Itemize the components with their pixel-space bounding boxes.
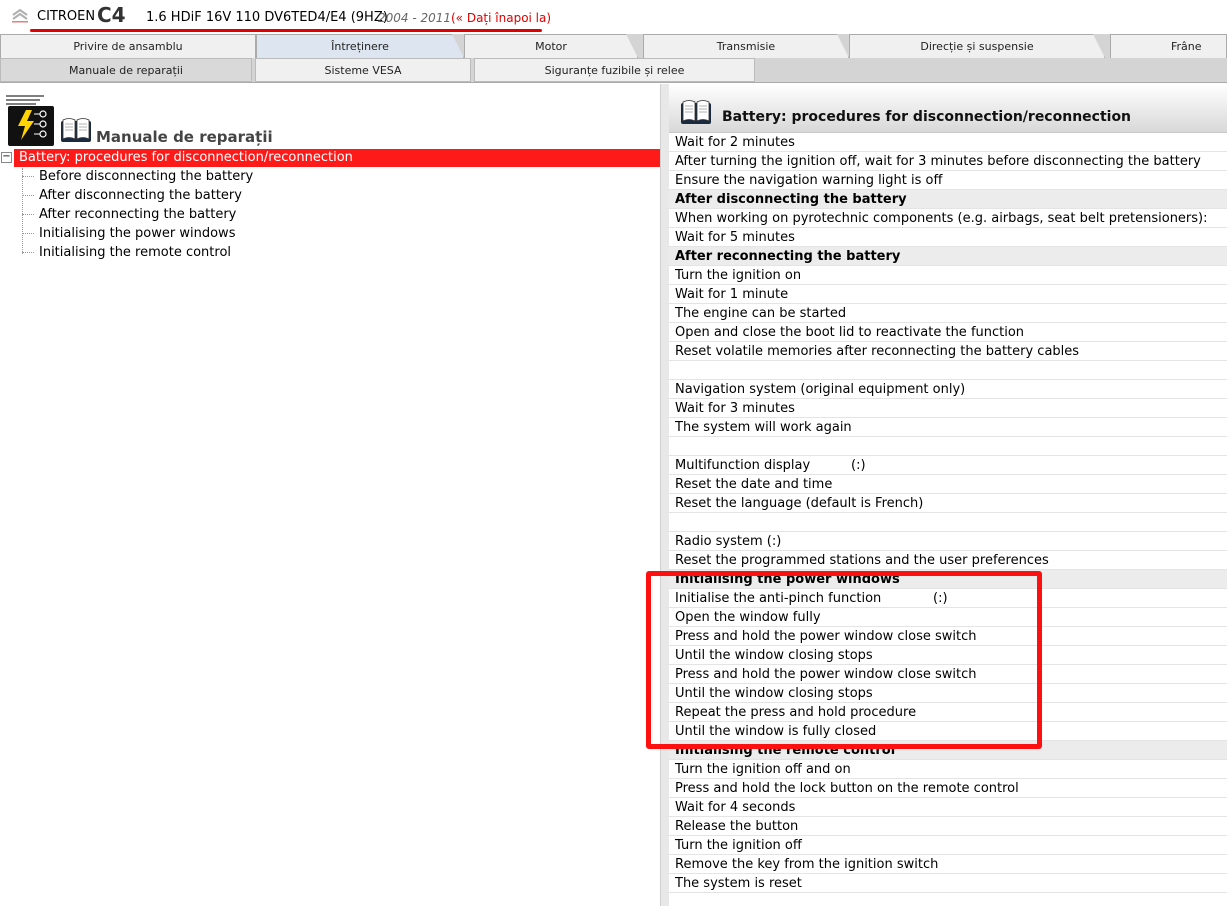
tree-collapse-icon[interactable]: − — [1, 152, 12, 163]
section-heading: Initialising the power windows — [669, 570, 1227, 589]
procedure-step: Until the window closing stops — [669, 646, 1227, 665]
subtab-vesa-systems[interactable]: Sisteme VESA — [255, 58, 471, 82]
back-link[interactable]: (« Dați înapoi la) — [451, 11, 551, 25]
step-note-marker: (:) — [851, 458, 866, 473]
procedure-step: Reset the programmed stations and the us… — [669, 551, 1227, 570]
step-note-marker: (:) — [933, 591, 948, 606]
model-years: 2004 - 2011 — [378, 11, 452, 25]
procedure-step: The engine can be started — [669, 304, 1227, 323]
electrical-diagram-icon — [4, 92, 54, 146]
tab-transmission[interactable]: Transmisie — [643, 34, 849, 58]
procedure-step: Until the window is fully closed — [669, 722, 1227, 741]
brand-name: CITROEN — [37, 9, 96, 24]
procedure-step: The system will work again — [669, 418, 1227, 437]
procedure-step: Ensure the navigation warning light is o… — [669, 171, 1227, 190]
procedure-step: Navigation system (original equipment on… — [669, 380, 1227, 399]
main-tabs: Privire de ansamblu Întreținere Motor Tr… — [0, 34, 1227, 58]
section-heading: After disconnecting the battery — [669, 190, 1227, 209]
tree-item-after-reconnecting[interactable]: After reconnecting the battery — [22, 205, 236, 224]
tree-item-after-disconnecting[interactable]: After disconnecting the battery — [22, 186, 242, 205]
procedure-step: Turn the ignition off — [669, 836, 1227, 855]
procedure-step: Reset volatile memories after reconnecti… — [669, 342, 1227, 361]
procedure-step: Turn the ignition off and on — [669, 760, 1227, 779]
procedure-step: The system is reset — [669, 874, 1227, 893]
app-header: CITROEN C4 1.6 HDiF 16V 110 DV6TED4/E4 (… — [0, 0, 1227, 34]
procedure-step: Wait for 4 seconds — [669, 798, 1227, 817]
procedure-step: Radio system (:) — [669, 532, 1227, 551]
tree-root-item[interactable]: Battery: procedures for disconnection/re… — [14, 149, 660, 167]
procedure-step: Wait for 1 minute — [669, 285, 1227, 304]
tree-item-remote-control[interactable]: Initialising the remote control — [22, 243, 231, 262]
book-icon — [61, 118, 91, 142]
procedure-step: Reset the date and time — [669, 475, 1227, 494]
procedure-step: Open and close the boot lid to reactivat… — [669, 323, 1227, 342]
procedure-step: After turning the ignition off, wait for… — [669, 152, 1227, 171]
procedure-step: Release the button — [669, 817, 1227, 836]
content-header: Battery: procedures for disconnection/re… — [669, 84, 1227, 133]
pane-title: Manuale de reparații — [96, 128, 273, 146]
tree-item-power-windows[interactable]: Initialising the power windows — [22, 224, 235, 243]
procedure-step: Open the window fully — [669, 608, 1227, 627]
tab-maintenance[interactable]: Întreținere — [256, 34, 464, 58]
procedure-step: Press and hold the power window close sw… — [669, 665, 1227, 684]
procedure-step: Press and hold the power window close sw… — [669, 627, 1227, 646]
procedure-list: Wait for 2 minutes After turning the igni… — [669, 133, 1227, 893]
tab-engine[interactable]: Motor — [464, 34, 638, 58]
sub-tabs: Manuale de reparații Sisteme VESA Sigura… — [0, 58, 1227, 83]
procedure-step: Turn the ignition on — [669, 266, 1227, 285]
tab-brakes[interactable]: Frâne — [1110, 34, 1227, 58]
book-icon — [681, 100, 711, 124]
model-name: C4 — [97, 3, 126, 27]
tab-overview[interactable]: Privire de ansamblu — [0, 34, 256, 58]
engine-name: 1.6 HDiF 16V 110 DV6TED4/E4 (9HZ) — [146, 10, 388, 25]
procedure-step: Initialise the anti-pinch function (:) — [669, 589, 1227, 608]
content-title: Battery: procedures for disconnection/re… — [722, 109, 1132, 125]
tab-steering-suspension[interactable]: Direcție și suspensie — [849, 34, 1105, 58]
subtab-repair-manuals[interactable]: Manuale de reparații — [0, 58, 252, 82]
procedure-step — [669, 513, 1227, 532]
content-pane: Battery: procedures for disconnection/re… — [669, 84, 1227, 906]
procedure-step: Wait for 2 minutes — [669, 133, 1227, 152]
procedure-step — [669, 361, 1227, 380]
subtab-fuses-relays[interactable]: Siguranțe fuzibile și relee — [474, 58, 755, 82]
navigation-pane: Manuale de reparații − Battery: procedur… — [0, 84, 660, 906]
procedure-step: Multifunction display (:) — [669, 456, 1227, 475]
procedure-step: Wait for 3 minutes — [669, 399, 1227, 418]
procedure-step: Remove the key from the ignition switch — [669, 855, 1227, 874]
procedure-step: Press and hold the lock button on the re… — [669, 779, 1227, 798]
procedure-step: When working on pyrotechnic components (… — [669, 209, 1227, 228]
procedure-step: Until the window closing stops — [669, 684, 1227, 703]
section-heading: Initialising the remote control — [669, 741, 1227, 760]
tree-item-before-disconnecting[interactable]: Before disconnecting the battery — [22, 167, 253, 186]
procedure-step — [669, 437, 1227, 456]
citroen-logo-icon — [12, 8, 28, 23]
procedure-step: Repeat the press and hold procedure — [669, 703, 1227, 722]
procedure-step: Wait for 5 minutes — [669, 228, 1227, 247]
header-underline-annotation — [30, 29, 542, 32]
procedure-step: Reset the language (default is French) — [669, 494, 1227, 513]
pane-splitter[interactable] — [660, 84, 669, 906]
section-heading: After reconnecting the battery — [669, 247, 1227, 266]
